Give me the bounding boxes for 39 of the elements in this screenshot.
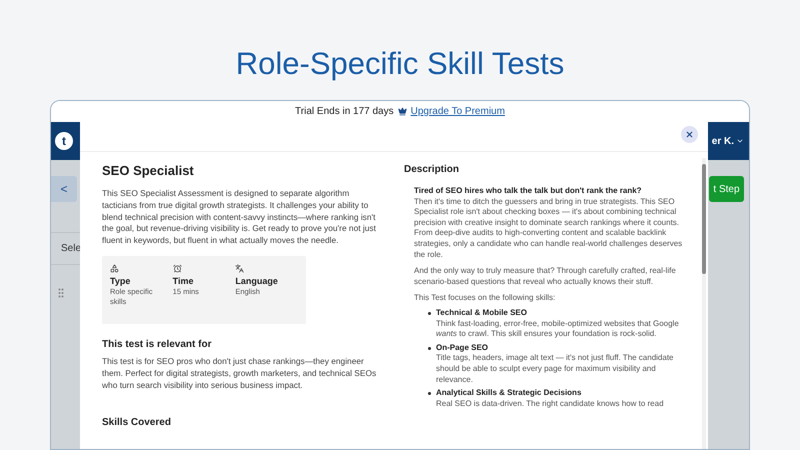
description-heading: Description bbox=[404, 163, 460, 177]
scrollbar-thumb[interactable] bbox=[702, 164, 706, 274]
logo-mark: t bbox=[55, 132, 73, 150]
skill-name: On-Page SEO bbox=[436, 342, 490, 354]
bullet-icon bbox=[428, 392, 431, 396]
scrollbar[interactable] bbox=[702, 158, 706, 449]
description-lead: Tired of SEO hires who talk the talk but don't rank the rank? bbox=[414, 186, 643, 197]
modal-title: SEO Specialist bbox=[102, 163, 195, 179]
shapes-icon bbox=[110, 264, 119, 273]
caret-icon[interactable] bbox=[736, 137, 744, 145]
bullet-icon bbox=[428, 312, 431, 315]
user-name: er K. bbox=[712, 134, 734, 148]
relevant-text: This test is for SEO pros who don't just chase rankings—they engineer them. Perfect for digital strategists, growth marketers, and technical SEOs who turn search visibility into serious business impact. bbox=[102, 356, 378, 392]
skill-description: Think fast-loading, error-free, mobile-optimized websites that Google wants to crawl. This skill ensures your foundation is rock-solid. bbox=[436, 318, 680, 340]
skill-description: Real SEO is data-driven. The right candidate knows how to read bbox=[436, 398, 664, 410]
crown-icon bbox=[398, 107, 407, 116]
page-title: Role-Specific Skill Tests bbox=[236, 45, 564, 83]
description-paragraph: This Test focuses on the following skills: bbox=[414, 293, 556, 304]
skill-name: Technical & Mobile SEO bbox=[436, 308, 528, 319]
skill-description: Title tags, headers, image alt text — it's not just fluff. The candidate should be able to sculpt every page for maximum visibility and relevance. bbox=[436, 353, 675, 386]
fact-label: Time bbox=[172, 276, 194, 287]
intro-text: This SEO Specialist Assessment is designed to separate algorithm tacticians from true digital growth strategists. It challenges your ability to blend technical precision with content-savvy instincts—where ranking isn't the goal, but revenue-driving visibility is. Get ready to prove you're not just fluent in keywords, but fluent in what actually moves the needle. bbox=[102, 188, 377, 247]
select-label: Sele bbox=[60, 242, 81, 256]
relevant-heading: This test is relevant for bbox=[102, 338, 212, 352]
fact-label: Type bbox=[110, 276, 130, 287]
description-paragraph: And the only way to truly measure that? Through carefully crafted, real-life scenario-based questions that reveal who actually knows their stuff. bbox=[414, 266, 677, 288]
fact-label: Language bbox=[235, 276, 278, 287]
bullet-icon bbox=[428, 346, 431, 350]
upgrade-link[interactable]: Upgrade To Premium bbox=[410, 104, 505, 119]
next-step-button[interactable]: t Step bbox=[709, 176, 744, 202]
translate-icon bbox=[235, 264, 244, 273]
skills-heading: Skills Covered bbox=[102, 416, 172, 430]
description-paragraph: Then it's time to ditch the guessers and bring in true strategists. This SEO Specialist role isn't about checking boxes — it's about combining technical precision with creative insight to dominate search rankings where it counts. From deep-dive audits to high-converting content and scalable backlink strategies, only a candidate who can handle real-world challenges deserves the role. bbox=[414, 196, 684, 260]
close-icon bbox=[685, 130, 694, 139]
alarm-clock-icon bbox=[172, 264, 182, 273]
trial-text: Trial Ends in 177 days bbox=[295, 105, 394, 119]
back-button[interactable]: < bbox=[51, 176, 77, 202]
close-button[interactable] bbox=[681, 126, 698, 143]
skill-name: Analytical Skills & Strategic Decisions bbox=[436, 388, 582, 399]
